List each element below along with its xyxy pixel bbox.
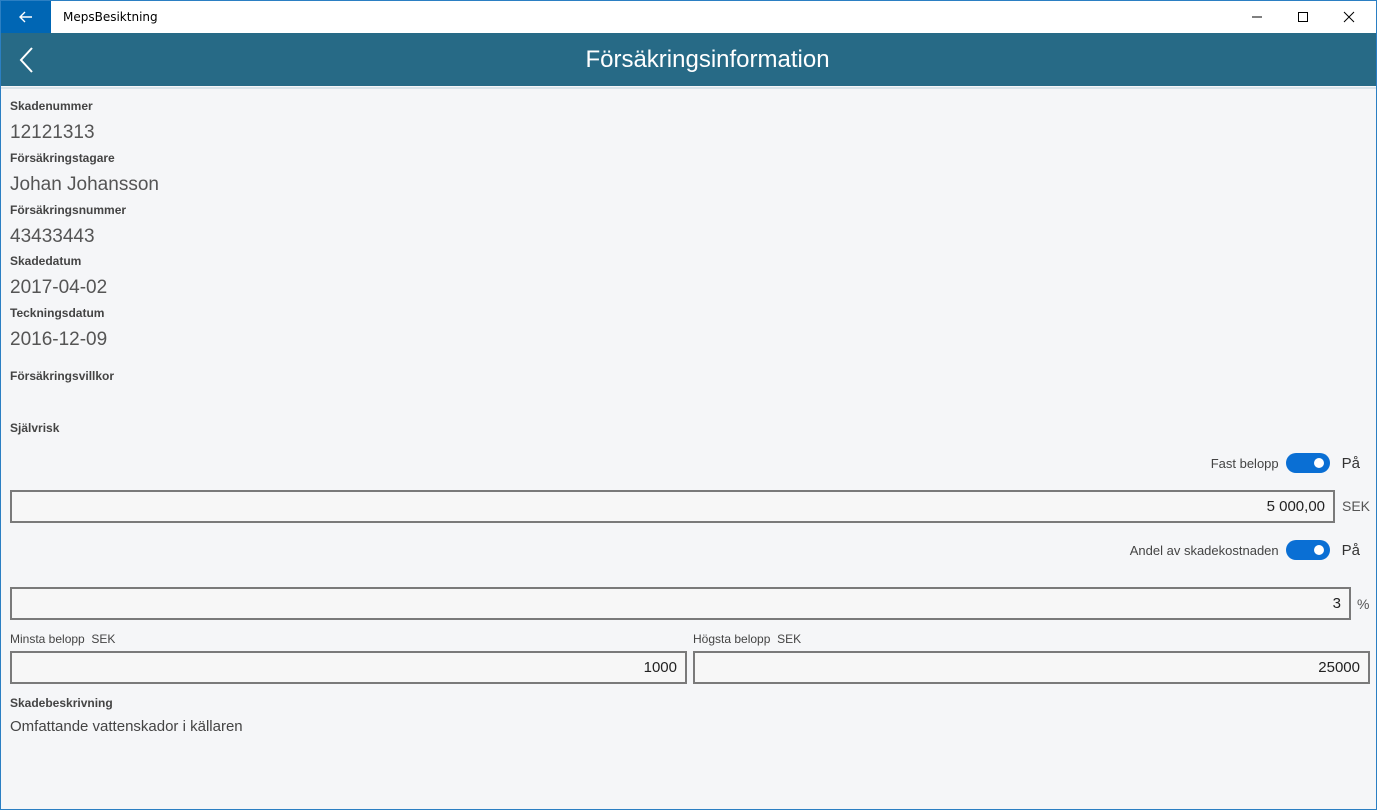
andel-unit: % [1357, 596, 1370, 612]
sjalvrisk-label: Självrisk [10, 421, 60, 435]
hogsta-belopp-unit: SEK [777, 632, 802, 646]
minsta-belopp-label: Minsta belopp SEK [10, 632, 115, 646]
header-divider [1, 87, 1376, 89]
fast-belopp-label: Fast belopp [1210, 455, 1279, 471]
minimize-icon [1252, 16, 1262, 18]
fast-belopp-state: På [1341, 454, 1360, 472]
minimize-button[interactable] [1234, 1, 1280, 33]
back-button[interactable] [11, 45, 41, 75]
fast-belopp-toggle-row: Fast belopp På [1211, 453, 1360, 473]
andel-input[interactable]: 3 [10, 587, 1351, 620]
maximize-icon [1298, 12, 1308, 22]
minsta-belopp-input[interactable]: 1000 [10, 651, 687, 684]
hogsta-belopp-label-text: Högsta belopp [693, 632, 771, 646]
skadedatum-value: 2017-04-02 [10, 277, 108, 298]
andel-state: På [1341, 541, 1360, 559]
toggle-knob [1313, 545, 1324, 555]
skadebeskrivning-label: Skadebeskrivning [10, 696, 113, 710]
close-icon [1343, 11, 1355, 23]
fast-belopp-toggle[interactable] [1285, 453, 1330, 473]
app-window: MepsBesiktning Försäkringsinformation Sk… [0, 0, 1377, 810]
forsakringsnummer-label: Försäkringsnummer [10, 203, 127, 217]
skadebeskrivning-value: Omfattande vattenskador i källaren [10, 718, 243, 735]
toggle-knob [1313, 458, 1324, 468]
hogsta-belopp-label: Högsta belopp SEK [693, 632, 801, 646]
teckningsdatum-value: 2016-12-09 [10, 329, 108, 350]
fast-belopp-unit: SEK [1342, 498, 1371, 514]
app-title: MepsBesiktning [63, 10, 158, 24]
arrow-left-icon [19, 11, 32, 23]
andel-toggle[interactable] [1285, 540, 1330, 560]
minsta-belopp-unit: SEK [91, 632, 116, 646]
page-header: Försäkringsinformation [1, 33, 1376, 86]
maximize-button[interactable] [1280, 1, 1326, 33]
titlebar-back-button[interactable] [1, 1, 51, 33]
title-bar: MepsBesiktning [1, 1, 1376, 33]
skadedatum-label: Skadedatum [10, 254, 82, 268]
andel-toggle-row: Andel av skadekostnaden På [1130, 540, 1360, 560]
close-button[interactable] [1326, 1, 1372, 33]
chevron-left-icon [19, 47, 33, 73]
fast-belopp-input[interactable]: 5 000,00 [10, 490, 1335, 523]
skadenummer-value: 12121313 [10, 122, 95, 143]
minsta-belopp-label-text: Minsta belopp [10, 632, 85, 646]
forsakringstagare-value: Johan Johansson [10, 174, 159, 195]
forsakringstagare-label: Försäkringstagare [10, 151, 115, 165]
teckningsdatum-label: Teckningsdatum [10, 306, 105, 320]
forsakringsnummer-value: 43433443 [10, 226, 95, 247]
skadenummer-label: Skadenummer [10, 99, 93, 113]
hogsta-belopp-input[interactable]: 25000 [693, 651, 1370, 684]
andel-label: Andel av skadekostnaden [1129, 542, 1279, 558]
forsakringsvillkor-label: Försäkringsvillkor [10, 369, 115, 383]
page-title: Försäkringsinformation [585, 46, 830, 73]
